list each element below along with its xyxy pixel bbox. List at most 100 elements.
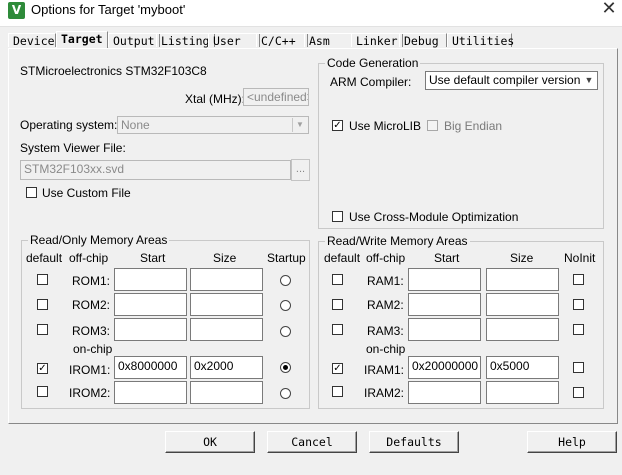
iram1-noinit-checkbox[interactable]	[573, 362, 584, 373]
rom2-label: ROM2:	[72, 298, 111, 312]
ram2-default-checkbox[interactable]	[332, 299, 343, 310]
use-microlib-label: Use MicroLIB	[349, 119, 422, 133]
xtal-label: Xtal (MHz):	[185, 92, 245, 106]
big-endian-checkbox[interactable]	[427, 120, 438, 131]
tab-linker[interactable]: Linker	[351, 33, 403, 48]
ram3-label: RAM3:	[367, 324, 404, 338]
close-icon[interactable]: ✕	[596, 0, 622, 20]
rom1-startup-radio[interactable]	[280, 275, 291, 286]
ram3-noinit-checkbox[interactable]	[573, 324, 584, 335]
iram2-label: IRAM2:	[364, 386, 405, 400]
use-custom-file-label: Use Custom File	[42, 186, 131, 200]
rom1-size-field[interactable]	[190, 268, 263, 291]
use-custom-file-checkbox[interactable]	[26, 187, 37, 198]
irom2-size-field[interactable]	[190, 381, 263, 404]
rom2-size-field[interactable]	[190, 293, 263, 316]
irom2-start-field[interactable]	[114, 381, 187, 404]
os-select[interactable]: None ▼	[117, 116, 309, 134]
ram3-start-field[interactable]	[408, 318, 481, 341]
app-icon: V	[8, 2, 25, 19]
check-icon: ✓	[38, 363, 47, 374]
device-name: STMicroelectronics STM32F103C8	[20, 64, 207, 78]
irom2-startup-radio[interactable]	[280, 388, 291, 399]
rw-header-offchip: off-chip	[366, 251, 406, 265]
irom1-size-field[interactable]: 0x2000	[190, 356, 263, 379]
irom2-label: IROM2:	[69, 386, 111, 400]
rw-header-default: default	[324, 251, 361, 265]
tab-output[interactable]: Output	[108, 33, 160, 48]
iram2-start-field[interactable]	[408, 381, 481, 404]
iram2-noinit-checkbox[interactable]	[573, 387, 584, 398]
ro-header-offchip: off-chip	[69, 251, 109, 265]
rom2-start-field[interactable]	[114, 293, 187, 316]
chevron-down-icon: ▼	[292, 118, 307, 132]
window-title: Options for Target 'myboot'	[31, 2, 186, 17]
rom3-size-field[interactable]	[190, 318, 263, 341]
ram2-noinit-checkbox[interactable]	[573, 299, 584, 310]
irom1-default-checkbox[interactable]: ✓	[37, 363, 48, 374]
irom2-default-checkbox[interactable]	[37, 386, 48, 397]
irom1-start-field[interactable]: 0x8000000	[114, 356, 187, 379]
rom3-label: ROM3:	[72, 324, 111, 338]
iram2-size-field[interactable]	[486, 381, 559, 404]
tab-user[interactable]: User	[208, 33, 260, 48]
xtal-field[interactable]: <undefined>	[243, 88, 309, 106]
tab-debug[interactable]: Debug	[399, 33, 447, 48]
rw-header-noinit: NoInit	[564, 251, 596, 265]
os-label: Operating system:	[20, 118, 118, 132]
title-bar: V Options for Target 'myboot' ✕	[0, 0, 622, 27]
ram1-start-field[interactable]	[408, 268, 481, 291]
big-endian-label: Big Endian	[444, 119, 503, 133]
iram1-default-checkbox[interactable]: ✓	[332, 363, 343, 374]
rw-onchip-label: on-chip	[366, 342, 406, 356]
cancel-button[interactable]: Cancel	[267, 431, 357, 453]
ram1-label: RAM1:	[367, 274, 404, 288]
rw-memory-title: Read/Write Memory Areas	[325, 234, 470, 248]
tab-target[interactable]: Target	[56, 31, 108, 48]
ro-header-default: default	[26, 251, 63, 265]
ro-header-start: Start	[140, 251, 166, 265]
rw-header-size: Size	[510, 251, 534, 265]
ram3-size-field[interactable]	[486, 318, 559, 341]
irom1-label: IROM1:	[69, 363, 111, 377]
svd-field[interactable]: STM32F103xx.svd	[20, 160, 291, 180]
iram2-default-checkbox[interactable]	[332, 386, 343, 397]
ram2-start-field[interactable]	[408, 293, 481, 316]
help-button[interactable]: Help	[527, 431, 617, 453]
rom2-default-checkbox[interactable]	[37, 299, 48, 310]
cross-module-checkbox[interactable]	[332, 211, 343, 222]
rom3-startup-radio[interactable]	[280, 326, 291, 337]
ram1-default-checkbox[interactable]	[332, 274, 343, 285]
ro-memory-title: Read/Only Memory Areas	[28, 233, 170, 247]
code-generation-title: Code Generation	[325, 56, 421, 70]
options-dialog: V Options for Target 'myboot' ✕ Device T…	[0, 0, 622, 475]
tab-asm[interactable]: Asm	[304, 33, 352, 48]
tab-strip: Device Target Output Listing User C/C++ …	[8, 31, 614, 49]
check-icon: ✓	[333, 363, 342, 374]
ram1-size-field[interactable]	[486, 268, 559, 291]
irom1-startup-radio[interactable]	[280, 362, 291, 373]
browse-button[interactable]: ...	[291, 159, 310, 181]
defaults-button[interactable]: Defaults	[369, 431, 459, 453]
ram1-noinit-checkbox[interactable]	[573, 274, 584, 285]
rom1-label: ROM1:	[72, 274, 111, 288]
rom2-startup-radio[interactable]	[280, 300, 291, 311]
arm-compiler-select[interactable]: Use default compiler version 5 ▼	[425, 71, 598, 90]
iram1-start-field[interactable]: 0x20000000	[408, 356, 481, 379]
iram1-size-field[interactable]: 0x5000	[486, 356, 559, 379]
ram3-default-checkbox[interactable]	[332, 324, 343, 335]
rom3-default-checkbox[interactable]	[37, 324, 48, 335]
ro-header-startup: Startup	[267, 251, 306, 265]
tab-device[interactable]: Device	[8, 33, 56, 48]
ok-button[interactable]: OK	[165, 431, 255, 453]
ram2-size-field[interactable]	[486, 293, 559, 316]
rom1-start-field[interactable]	[114, 268, 187, 291]
rom3-start-field[interactable]	[114, 318, 187, 341]
tab-listing[interactable]: Listing	[156, 33, 215, 48]
tab-utilities[interactable]: Utilities	[447, 33, 514, 48]
ro-onchip-label: on-chip	[73, 342, 113, 356]
rom1-default-checkbox[interactable]	[37, 274, 48, 285]
arm-compiler-label: ARM Compiler:	[330, 75, 412, 89]
tab-cpp[interactable]: C/C++	[256, 33, 308, 48]
use-microlib-checkbox[interactable]: ✓	[332, 120, 343, 131]
